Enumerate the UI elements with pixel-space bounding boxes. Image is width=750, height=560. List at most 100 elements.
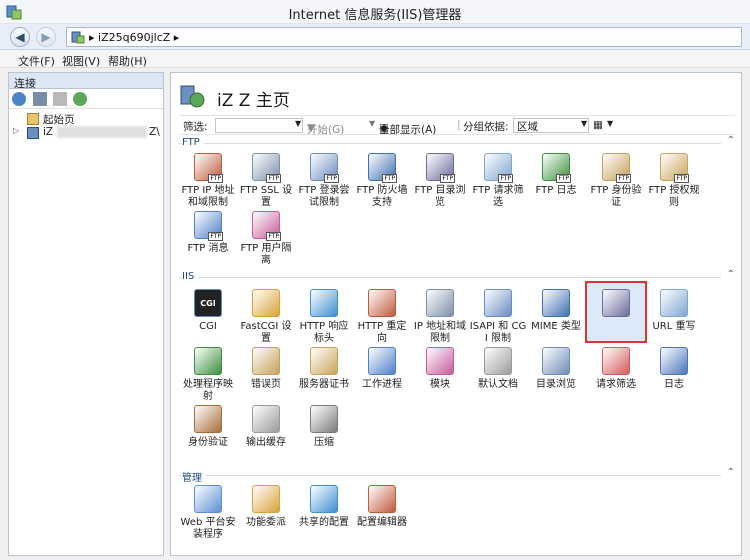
feature-ftp-ssl[interactable]: FTP FTP SSL 设置	[237, 153, 295, 209]
feature-http-redirect[interactable]: HTTP 重定向	[353, 289, 411, 345]
ftp-authz-icon: FTP	[660, 153, 689, 183]
feature-label: FTP 请求筛选	[472, 185, 524, 208]
feature-isapi[interactable]: ISAPI 和 CGI 限制	[469, 289, 527, 345]
menu-help[interactable]: 帮助(H)	[108, 53, 147, 69]
connections-toolbar	[9, 89, 163, 109]
ftp-dir-icon: FTP	[426, 153, 455, 183]
feature-compression[interactable]: 压缩	[295, 405, 353, 449]
group-dropdown-icon[interactable]: ▼	[581, 119, 587, 128]
feature-ftp-ip[interactable]: FTP FTP IP 地址和域限制	[179, 153, 237, 209]
feature-label: 输出缓存	[246, 437, 286, 448]
filter-dropdown-icon[interactable]: ▼	[295, 119, 301, 128]
server-icon	[71, 31, 85, 44]
feature-handler[interactable]: 处理程序映射	[179, 347, 237, 403]
feature-label: HTTP 响应标头	[299, 321, 349, 344]
config-editor-icon	[368, 485, 396, 513]
section-title: IIS	[182, 271, 199, 282]
feature-cert[interactable]: 服务器证书	[295, 347, 353, 391]
title-bar: Internet 信息服务(IIS)管理器	[0, 0, 750, 24]
menu-file[interactable]: 文件(F)	[18, 53, 55, 69]
feature-ftp-authz[interactable]: FTP FTP 授权规则	[645, 153, 703, 209]
feature-delegation[interactable]: 功能委派	[237, 485, 295, 529]
collapse-chevron-icon[interactable]: ⌃	[727, 135, 735, 146]
feature-label: 配置编辑器	[357, 517, 407, 528]
server-icon	[180, 85, 205, 108]
expand-arrow-icon[interactable]: ▷	[13, 126, 19, 135]
http-redirect-icon	[368, 289, 396, 317]
view-dropdown-icon[interactable]: ▼	[607, 119, 613, 128]
tree-node-server[interactable]: ▷ iZ Z\	[9, 126, 163, 140]
ftp-auth-icon: FTP	[602, 153, 631, 183]
address-field[interactable]: ▸ iZ25q690jlcZ ▸	[66, 27, 742, 47]
back-button[interactable]: ◀	[10, 27, 30, 47]
feature-log[interactable]: 日志	[645, 347, 703, 391]
feature-label: FTP IP 地址和域限制	[181, 185, 235, 208]
feature-label: 服务器证书	[299, 379, 349, 390]
menu-view[interactable]: 视图(V)	[62, 53, 100, 69]
feature-ftp-firewall[interactable]: FTP FTP 防火墙支持	[353, 153, 411, 209]
feature-error-page[interactable]: 错误页	[237, 347, 295, 391]
filter-input[interactable]	[215, 118, 303, 133]
feature-dir-browse[interactable]: 目录浏览	[527, 347, 585, 391]
start-dropdown-icon[interactable]: ▼	[369, 119, 375, 128]
forward-button[interactable]: ▶	[36, 27, 56, 47]
collapse-chevron-icon[interactable]: ⌃	[727, 467, 735, 478]
feature-request-filter[interactable]: 请求筛选	[587, 347, 645, 391]
isapi-icon	[484, 289, 512, 317]
feature-http-headers[interactable]: HTTP 响应标头	[295, 289, 353, 345]
feature-ftp-message[interactable]: FTP FTP 消息	[179, 211, 237, 255]
connections-pane: 连接 起始页 ▷ iZ Z\	[8, 72, 164, 556]
connect-icon[interactable]	[12, 92, 26, 106]
home-pane: iZ Z 主页 筛选: ▼ ▼ 开始(G) ▼ ▣ 全部显示(A) | 分组依据…	[170, 72, 742, 556]
feature-cgi[interactable]: CGI CGI	[179, 289, 237, 333]
ftp-request-icon: FTP	[484, 153, 513, 183]
feature-ftp-log[interactable]: FTP FTP 日志	[527, 153, 585, 197]
feature-fastcgi[interactable]: FastCGI 设置	[237, 289, 295, 345]
feature-config-editor[interactable]: 配置编辑器	[353, 485, 411, 529]
address-bar: ◀ ▶ ▸ iZ25q690jlcZ ▸	[0, 24, 750, 50]
connections-header: 连接	[9, 73, 163, 90]
feature-ip-restrict[interactable]: IP 地址和域限制	[411, 289, 469, 345]
feature-worker[interactable]: 工作进程	[353, 347, 411, 391]
feature-label: ISAPI 和 CGI 限制	[469, 321, 527, 344]
feature-label: FastCGI 设置	[240, 321, 292, 344]
feature-ftp-request[interactable]: FTP FTP 请求筛选	[469, 153, 527, 209]
feature-ftp-logon[interactable]: FTP FTP 登录尝试限制	[295, 153, 353, 209]
view-mode-icon[interactable]: ▦	[593, 119, 603, 131]
ftp-tag: FTP	[266, 174, 281, 183]
ftp-tag: FTP	[440, 174, 455, 183]
feature-default-doc[interactable]: 默认文档	[469, 347, 527, 391]
section-header-mgmt: 管理 ⌃	[179, 467, 735, 484]
feature-url-rewrite[interactable]: URL 重写	[645, 289, 703, 333]
tree-node-start-page[interactable]: 起始页	[9, 112, 163, 126]
feature-ftp-dir[interactable]: FTP FTP 目录浏览	[411, 153, 469, 209]
feature-label: URL 重写	[652, 321, 696, 332]
feature-web-platform[interactable]: Web 平台安装程序	[179, 485, 237, 541]
section-title: 管理	[182, 469, 206, 484]
save-icon[interactable]	[33, 92, 47, 106]
collapse-chevron-icon[interactable]: ⌃	[727, 269, 735, 280]
feature-output-cache[interactable]: 输出缓存	[237, 405, 295, 449]
auth-icon	[194, 405, 222, 433]
group-by-value: 区域	[517, 121, 538, 133]
shared-config-icon	[310, 485, 338, 513]
refresh-icon[interactable]	[73, 92, 87, 106]
feature-ftp-auth[interactable]: FTP FTP 身份验证	[587, 153, 645, 209]
feature-mime[interactable]: MIME 类型	[527, 289, 585, 333]
feature-ftp-isolation[interactable]: FTP FTP 用户隔离	[237, 211, 295, 267]
request-filter-icon	[602, 347, 630, 375]
feature-label: 压缩	[314, 437, 334, 448]
feature-auth[interactable]: 身份验证	[179, 405, 237, 449]
ftp-tag: FTP	[266, 232, 281, 241]
feature-modules[interactable]: 模块	[411, 347, 469, 391]
feature-php-manager[interactable]: PHP Manager	[585, 281, 647, 345]
cgi-icon: CGI	[194, 289, 222, 317]
ftp-tag: FTP	[616, 174, 631, 183]
blurred-hostname	[57, 126, 147, 138]
feature-label: 功能委派	[246, 517, 286, 528]
section-title: FTP	[182, 137, 204, 148]
feature-shared-config[interactable]: 共享的配置	[295, 485, 353, 529]
breadcrumb[interactable]: ▸ iZ25q690jlcZ ▸	[89, 31, 179, 44]
up-icon[interactable]	[53, 92, 67, 106]
section-divider	[179, 475, 721, 476]
